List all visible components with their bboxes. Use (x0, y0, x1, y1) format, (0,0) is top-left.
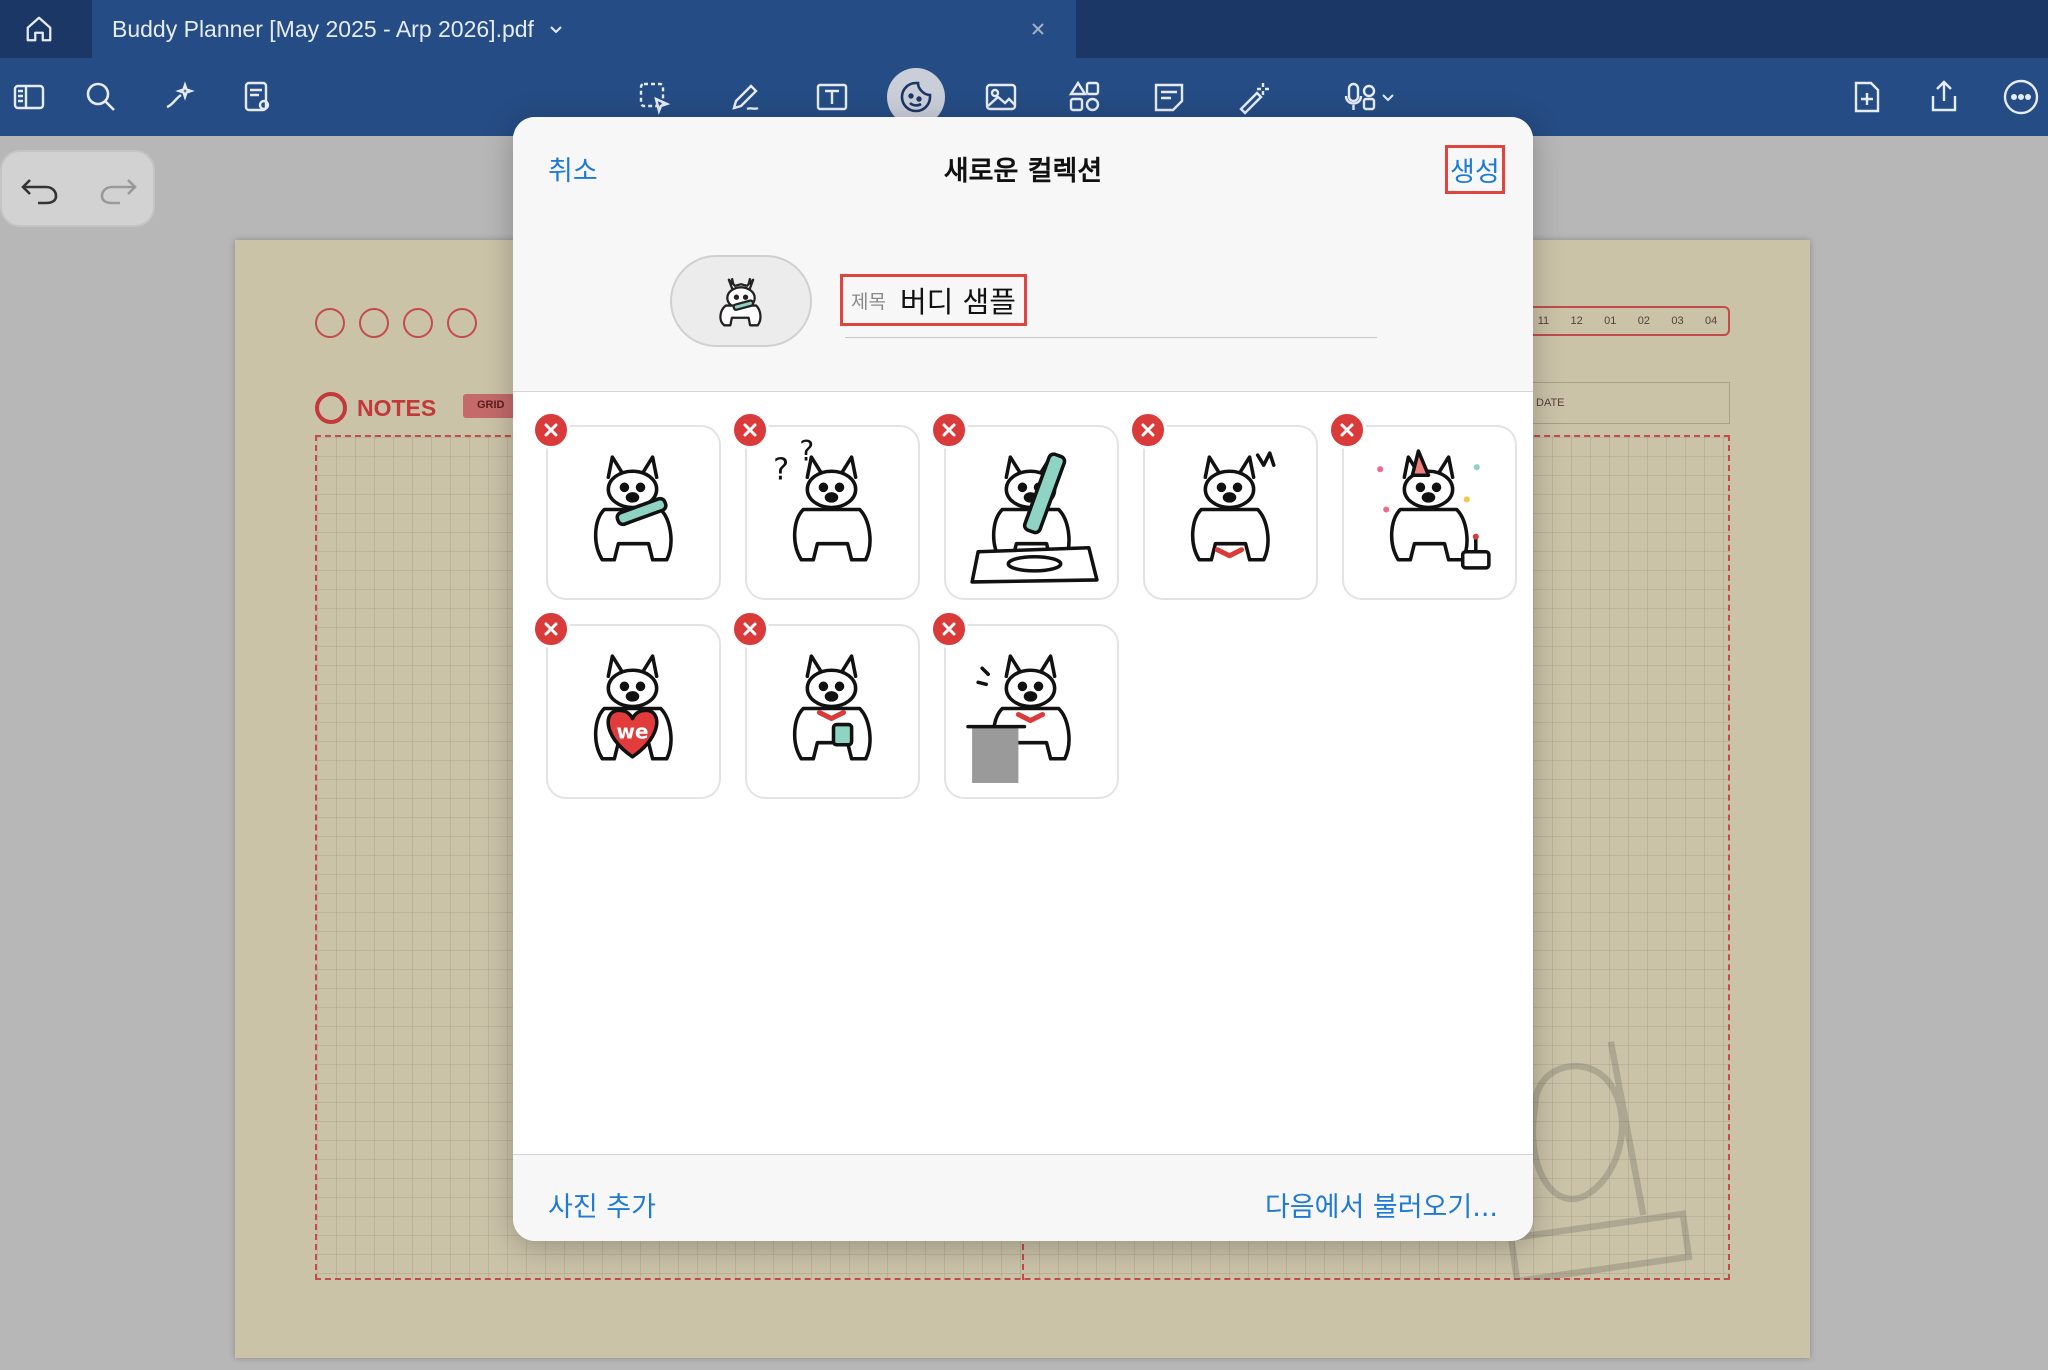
date-field: DATE (1525, 382, 1730, 424)
sticker-icon (900, 81, 932, 113)
title-field[interactable]: 제목 버디 샘플 (840, 274, 1027, 326)
month-tab[interactable]: 01 (1604, 315, 1616, 327)
new-collection-dialog: 취소 새로운 컬렉션 생성 제목 버디 샘플 ?? we 사진 추가 다음에서 불… (513, 117, 1533, 1241)
close-icon (544, 622, 558, 636)
dog-startled-icon (1190, 451, 1276, 562)
month-tab[interactable]: 04 (1705, 315, 1717, 327)
remove-sticker-button[interactable] (930, 411, 968, 449)
create-button[interactable]: 생성 (1445, 145, 1505, 194)
import-from-button[interactable]: 다음에서 불러오기... (1265, 1185, 1498, 1224)
collection-cover-button[interactable] (670, 255, 812, 347)
planner-folder-icon[interactable] (403, 308, 433, 338)
sticker-item[interactable]: ?? (731, 411, 920, 600)
remove-sticker-button[interactable] (731, 411, 769, 449)
dialog-header: 취소 새로운 컬렉션 생성 제목 버디 샘플 (513, 117, 1533, 392)
redo-icon[interactable] (96, 170, 140, 210)
title-field-label: 제목 (851, 290, 886, 313)
remove-sticker-button[interactable] (1129, 411, 1167, 449)
close-icon (743, 622, 757, 636)
pen-icon (732, 84, 759, 111)
dog-party-hat-cake-icon (1377, 449, 1491, 570)
title-field-value: 버디 샘플 (899, 285, 1016, 319)
page-outline-button[interactable] (228, 68, 286, 126)
planner-notes-icon[interactable] (447, 308, 477, 338)
month-tab[interactable]: 11 (1538, 315, 1549, 327)
svg-text:?: ? (773, 452, 789, 487)
close-tab-icon[interactable] (1026, 17, 1050, 41)
planner-edit-icon[interactable] (359, 308, 389, 338)
search-icon (86, 82, 115, 111)
chevron-down-icon (1382, 94, 1394, 102)
text-box-icon (816, 83, 848, 111)
sparkle-pen-icon (166, 81, 195, 109)
sticker-item[interactable] (532, 411, 721, 600)
search-button[interactable] (72, 68, 130, 126)
sticker-item[interactable] (1328, 411, 1517, 600)
remove-sticker-button[interactable] (930, 610, 968, 648)
close-icon (1141, 423, 1155, 437)
dog-coffee-cup-icon (792, 654, 872, 761)
dialog-title: 새로운 컬렉션 (943, 156, 1103, 187)
planner-home-icon[interactable] (315, 308, 345, 338)
dog-at-desk-icon (966, 654, 1071, 783)
remove-sticker-button[interactable] (532, 610, 570, 648)
dialog-footer: 사진 추가 다음에서 불러오기... (513, 1154, 1533, 1241)
home-icon (26, 16, 52, 42)
home-button[interactable] (0, 0, 78, 58)
sidebar-icon (13, 84, 45, 110)
close-icon (743, 423, 757, 437)
add-page-icon (1854, 81, 1880, 113)
close-icon (942, 622, 956, 636)
remove-sticker-button[interactable] (1328, 411, 1366, 449)
close-icon (544, 423, 558, 437)
image-icon (985, 83, 1017, 111)
planner-notes-heading: NOTES (315, 392, 436, 424)
dog-with-pencil-icon (593, 455, 673, 562)
planner-nav-icons (315, 308, 477, 338)
sticker-item[interactable] (1129, 411, 1318, 600)
dog-heart-we-icon: we (593, 654, 673, 761)
microphone-icon (1344, 82, 1376, 111)
undo-icon[interactable] (18, 170, 62, 210)
sticker-item[interactable] (930, 610, 1119, 799)
chevron-down-icon[interactable] (548, 21, 564, 37)
dog-question-marks-icon: ?? (773, 439, 872, 562)
month-tab[interactable]: 12 (1570, 315, 1582, 327)
share-icon (1931, 80, 1957, 112)
tab-bar: Buddy Planner [May 2025 - Arp 2026].pdf (0, 0, 2048, 58)
close-icon (942, 423, 956, 437)
month-tab[interactable]: 02 (1638, 315, 1650, 327)
remove-sticker-button[interactable] (532, 411, 570, 449)
more-icon (2003, 79, 2039, 115)
ai-assist-button[interactable] (150, 68, 208, 126)
sidebar-toggle-button[interactable] (0, 68, 58, 126)
add-photo-button[interactable]: 사진 추가 (548, 1185, 656, 1224)
add-page-button[interactable] (1838, 68, 1896, 126)
title-field-underline (845, 337, 1377, 338)
month-tab[interactable]: 03 (1671, 315, 1683, 327)
note-icon (1154, 83, 1184, 112)
sticker-text: we (616, 720, 648, 744)
sticker-item[interactable] (930, 411, 1119, 600)
dog-cover-icon (719, 277, 762, 327)
share-button[interactable] (1915, 68, 1973, 126)
lasso-icon (639, 82, 671, 115)
svg-text:?: ? (799, 439, 814, 468)
dog-drawing-icon (970, 452, 1099, 584)
document-tab-title: Buddy Planner [May 2025 - Arp 2026].pdf (112, 15, 534, 42)
undo-redo-panel (0, 150, 155, 227)
remove-sticker-button[interactable] (731, 610, 769, 648)
shapes-icon (1068, 80, 1100, 112)
pencil-circle-icon (315, 392, 347, 424)
sticker-item[interactable]: we (532, 610, 721, 799)
document-tab[interactable]: Buddy Planner [May 2025 - Arp 2026].pdf (92, 0, 1076, 58)
more-options-button[interactable] (1992, 68, 2048, 126)
document-search-icon (244, 81, 270, 112)
close-icon (1340, 423, 1354, 437)
laser-pointer-icon (1239, 83, 1269, 115)
month-tabs: 11 12 01 02 03 04 (1525, 306, 1730, 336)
notes-label: NOTES (357, 394, 437, 421)
sticker-item[interactable] (731, 610, 920, 799)
